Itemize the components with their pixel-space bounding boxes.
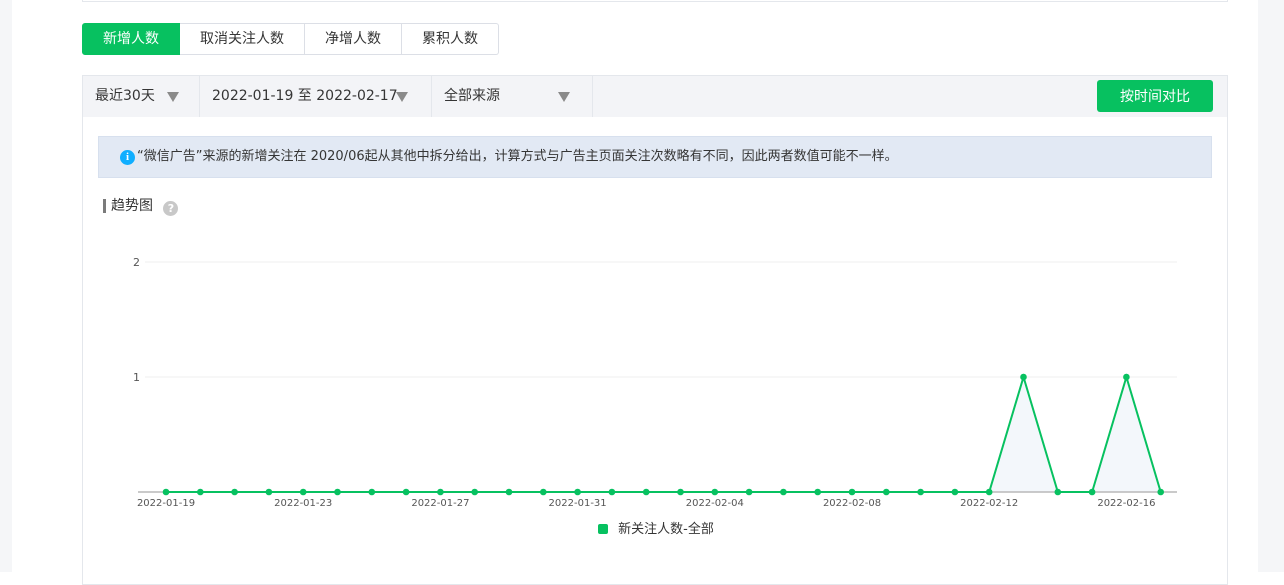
left-background: [0, 0, 12, 572]
y-tick-label: 2: [133, 256, 140, 269]
data-point: [402, 488, 410, 496]
data-point: [540, 488, 547, 496]
legend-swatch: [598, 524, 608, 534]
data-point: [883, 488, 890, 496]
stats-panel: 最近30天 2022-01-19 至 2022-02-17 全部来源 按时间对比…: [82, 75, 1228, 585]
series-area: [166, 377, 1161, 492]
data-point: [574, 488, 581, 496]
data-point: [951, 488, 959, 496]
data-point: [231, 488, 238, 496]
x-tick-label: 2022-02-04: [686, 498, 744, 509]
data-point: [265, 488, 273, 496]
y-tick-label: 1: [133, 371, 140, 384]
right-background: [1258, 0, 1284, 572]
data-point: [1020, 373, 1027, 381]
top-card-edge: [82, 0, 1228, 2]
x-tick-label: 2022-01-19: [137, 498, 195, 509]
data-point: [162, 488, 170, 496]
data-point: [848, 488, 856, 496]
tab-unfollows[interactable]: 取消关注人数: [180, 23, 305, 55]
data-point: [711, 488, 719, 496]
data-point: [471, 488, 479, 496]
metric-tabs: 新增人数 取消关注人数 净增人数 累积人数: [82, 23, 499, 55]
data-point: [1123, 373, 1130, 381]
x-tick-label: 2022-01-31: [549, 498, 607, 509]
data-point: [1088, 488, 1096, 496]
trend-chart: 1 2 2022-01-19 2022-01-23 2022-01-27 2022-01-…: [133, 256, 1177, 509]
data-point: [299, 488, 307, 496]
data-point: [677, 488, 684, 496]
data-point: [608, 488, 616, 496]
data-point: [1054, 488, 1062, 496]
data-point: [985, 488, 993, 496]
data-point: [642, 488, 650, 496]
data-point: [505, 488, 513, 496]
x-tick-label: 2022-02-16: [1097, 498, 1155, 509]
data-point: [745, 488, 753, 496]
tab-net-increase[interactable]: 净增人数: [305, 23, 402, 55]
x-tick-label: 2022-02-12: [960, 498, 1018, 509]
data-point: [334, 488, 341, 496]
data-point: [780, 488, 787, 496]
data-point: [917, 488, 924, 496]
legend-label: 新关注人数-全部: [618, 522, 714, 537]
data-point: [437, 488, 444, 496]
x-tick-label: 2022-01-27: [411, 498, 469, 509]
x-tick-label: 2022-02-08: [823, 498, 881, 509]
data-point: [197, 488, 204, 496]
chart-legend[interactable]: 新关注人数-全部: [598, 521, 714, 539]
tab-cumulative[interactable]: 累积人数: [402, 23, 499, 55]
data-point: [1157, 488, 1164, 496]
x-tick-label: 2022-01-23: [274, 498, 332, 509]
data-point: [814, 488, 821, 496]
tab-new-followers[interactable]: 新增人数: [82, 23, 180, 55]
data-point: [368, 488, 376, 496]
